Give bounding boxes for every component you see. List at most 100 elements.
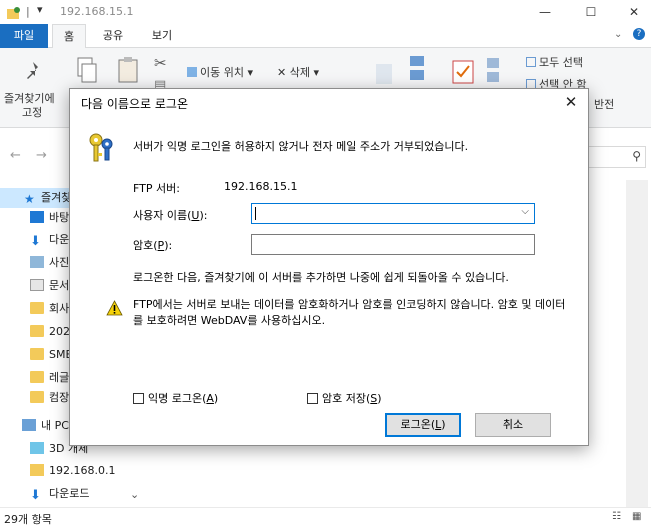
close-window-button[interactable]: ✕ <box>617 0 651 24</box>
ftp-server-label: FTP 서버: <box>133 182 180 195</box>
sidebar-item-desktop[interactable]: 바탕 <box>0 208 69 228</box>
anonymous-logon-checkbox[interactable]: 익명 로그온(A) <box>133 390 218 405</box>
logon-button[interactable]: 로그온(L) <box>385 413 461 437</box>
sidebar-item-downloads[interactable]: ⬇ 다운로드 <box>0 484 89 504</box>
sidebar-item-label: 문서 <box>49 279 70 292</box>
star-icon: ★ <box>24 192 35 206</box>
sidebar-item-label: 다운 <box>49 233 70 246</box>
scroll-down-icon[interactable]: ⌄ <box>130 488 139 501</box>
pictures-icon <box>30 256 44 268</box>
forward-arrow-icon[interactable]: → <box>36 148 47 163</box>
move-to-icon <box>187 67 197 77</box>
select-all-label: 모두 선택 <box>539 56 583 69</box>
paste-icon[interactable] <box>117 56 141 86</box>
quick-access-dropdown-icon[interactable]: ▾ <box>37 3 43 16</box>
delete-button[interactable]: ✕ 삭제 ▾ <box>277 64 319 80</box>
folder-icon <box>30 391 44 403</box>
back-arrow-icon[interactable]: ← <box>10 148 21 163</box>
username-combobox[interactable]: ⌵ <box>251 203 535 224</box>
sidebar-item-label: 즐겨찾 <box>41 191 72 204</box>
sidebar-item-label: 바탕 <box>49 211 70 224</box>
pin-icon[interactable] <box>24 60 42 80</box>
open-icon[interactable] <box>484 56 504 86</box>
search-icon: ⚲ <box>632 149 641 163</box>
ftp-folder-icon <box>7 7 20 19</box>
warning-icon <box>106 300 123 316</box>
password-field[interactable] <box>251 234 535 255</box>
item-count: 29개 항목 <box>4 513 52 526</box>
maximize-button[interactable]: ☐ <box>574 0 608 24</box>
select-all-icon <box>526 57 536 67</box>
sidebar-item-pictures[interactable]: 사진 <box>0 253 69 273</box>
cut-icon[interactable]: ✂ <box>154 54 167 72</box>
details-view-icon[interactable]: ☷ <box>612 511 621 522</box>
username-label: 사용자 이름(U): <box>133 209 208 222</box>
folder-icon <box>30 371 44 383</box>
logon-dialog: 다음 이름으로 로그온 ✕ 서버가 익명 로그인을 허용하지 않거나 전자 메일… <box>69 88 589 446</box>
desktop-icon <box>30 211 44 223</box>
checkbox-box[interactable] <box>307 393 318 404</box>
documents-icon <box>30 279 44 291</box>
text-caret <box>255 207 256 220</box>
sidebar-item-quick-access[interactable]: ★ 즐겨찾 <box>0 188 72 208</box>
security-warning-text: FTP에서는 서버로 보내는 데이터를 암호화하거나 암호를 인코딩하지 않습니… <box>133 298 566 327</box>
status-bar: 29개 항목 ☷ ▦ <box>0 507 651 529</box>
ftp-server-value: 192.168.15.1 <box>224 180 298 193</box>
move-to-button[interactable]: 이동 위치 ▾ <box>187 64 253 80</box>
copy-icon[interactable] <box>72 56 98 86</box>
ftp-location-icon <box>30 464 44 476</box>
dialog-title: 다음 이름으로 로그온 <box>81 97 188 111</box>
tab-home[interactable]: 홈 <box>52 24 86 49</box>
sidebar-item-folder[interactable]: SMB <box>0 345 73 365</box>
chevron-down-icon[interactable]: ⌵ <box>521 206 529 217</box>
sidebar-item-folder[interactable]: 2021 <box>0 322 77 342</box>
sidebar-item-folder[interactable]: 회사 <box>0 299 69 319</box>
sidebar-item-folder[interactable]: 레글 <box>0 368 69 388</box>
folder-icon <box>30 325 44 337</box>
sidebar-item-label: 사진 <box>49 256 70 269</box>
new-item-icon[interactable] <box>408 54 428 84</box>
sidebar-item-label: 레글 <box>49 371 70 384</box>
move-to-label: 이동 위치 ▾ <box>200 66 253 79</box>
favorites-info-text: 로그온한 다음, 즐겨찾기에 이 서버를 추가하면 나중에 쉽게 되돌아올 수 … <box>133 271 509 284</box>
save-password-checkbox[interactable]: 암호 저장(S) <box>307 390 382 405</box>
dialog-close-button[interactable]: ✕ <box>560 91 582 113</box>
3d-objects-icon <box>30 442 44 454</box>
content-scrollbar[interactable] <box>626 180 648 508</box>
password-label: 암호(P): <box>133 239 173 252</box>
checkbox-box[interactable] <box>133 393 144 404</box>
help-icon[interactable]: ? <box>633 28 645 40</box>
collapse-ribbon-icon[interactable]: ⌄ <box>614 29 622 40</box>
new-folder-icon[interactable] <box>374 58 394 86</box>
tab-view[interactable]: 보기 <box>140 24 184 48</box>
select-all-button[interactable]: 모두 선택 <box>526 54 583 70</box>
folder-icon <box>30 348 44 360</box>
tab-file[interactable]: 파일 <box>0 24 48 48</box>
minimize-button[interactable]: — <box>528 0 562 24</box>
cancel-button[interactable]: 취소 <box>475 413 551 437</box>
large-icons-view-icon[interactable]: ▦ <box>632 511 641 522</box>
separator: | <box>26 5 30 18</box>
sidebar-item-label: 컴장 <box>49 391 70 404</box>
invert-selection-button[interactable]: 반전 <box>594 96 614 112</box>
keys-icon <box>89 133 113 162</box>
sidebar-item-downloads[interactable]: ⬇ 다운 <box>0 230 69 250</box>
tab-share[interactable]: 공유 <box>94 24 132 48</box>
folder-icon <box>30 302 44 314</box>
sidebar-item-documents[interactable]: 문서 <box>0 276 69 296</box>
download-icon: ⬇ <box>30 488 41 503</box>
sidebar-item-label: 192.168.0.1 <box>49 464 116 477</box>
pc-icon <box>22 419 36 431</box>
sidebar-item-label: 다운로드 <box>49 487 90 500</box>
ribbon-tabs: 파일 홈 공유 보기 ⌄ ? <box>0 24 651 49</box>
sidebar-item-folder[interactable]: 컴장 <box>0 388 69 408</box>
explorer-titlebar: | ▾ 192.168.15.1 — ☐ ✕ <box>0 0 651 24</box>
error-message: 서버가 익명 로그인을 허용하지 않거나 전자 메일 주소가 거부되었습니다. <box>133 140 469 153</box>
download-icon: ⬇ <box>30 234 41 249</box>
window-title: 192.168.15.1 <box>60 5 134 18</box>
sidebar-item-label: 내 PC <box>41 419 69 432</box>
sidebar-item-label: 회사 <box>49 302 70 315</box>
properties-icon[interactable] <box>452 60 474 84</box>
sidebar-item-ftp-location[interactable]: 192.168.0.1 <box>0 461 115 481</box>
sidebar-item-this-pc[interactable]: 내 PC <box>0 416 69 436</box>
